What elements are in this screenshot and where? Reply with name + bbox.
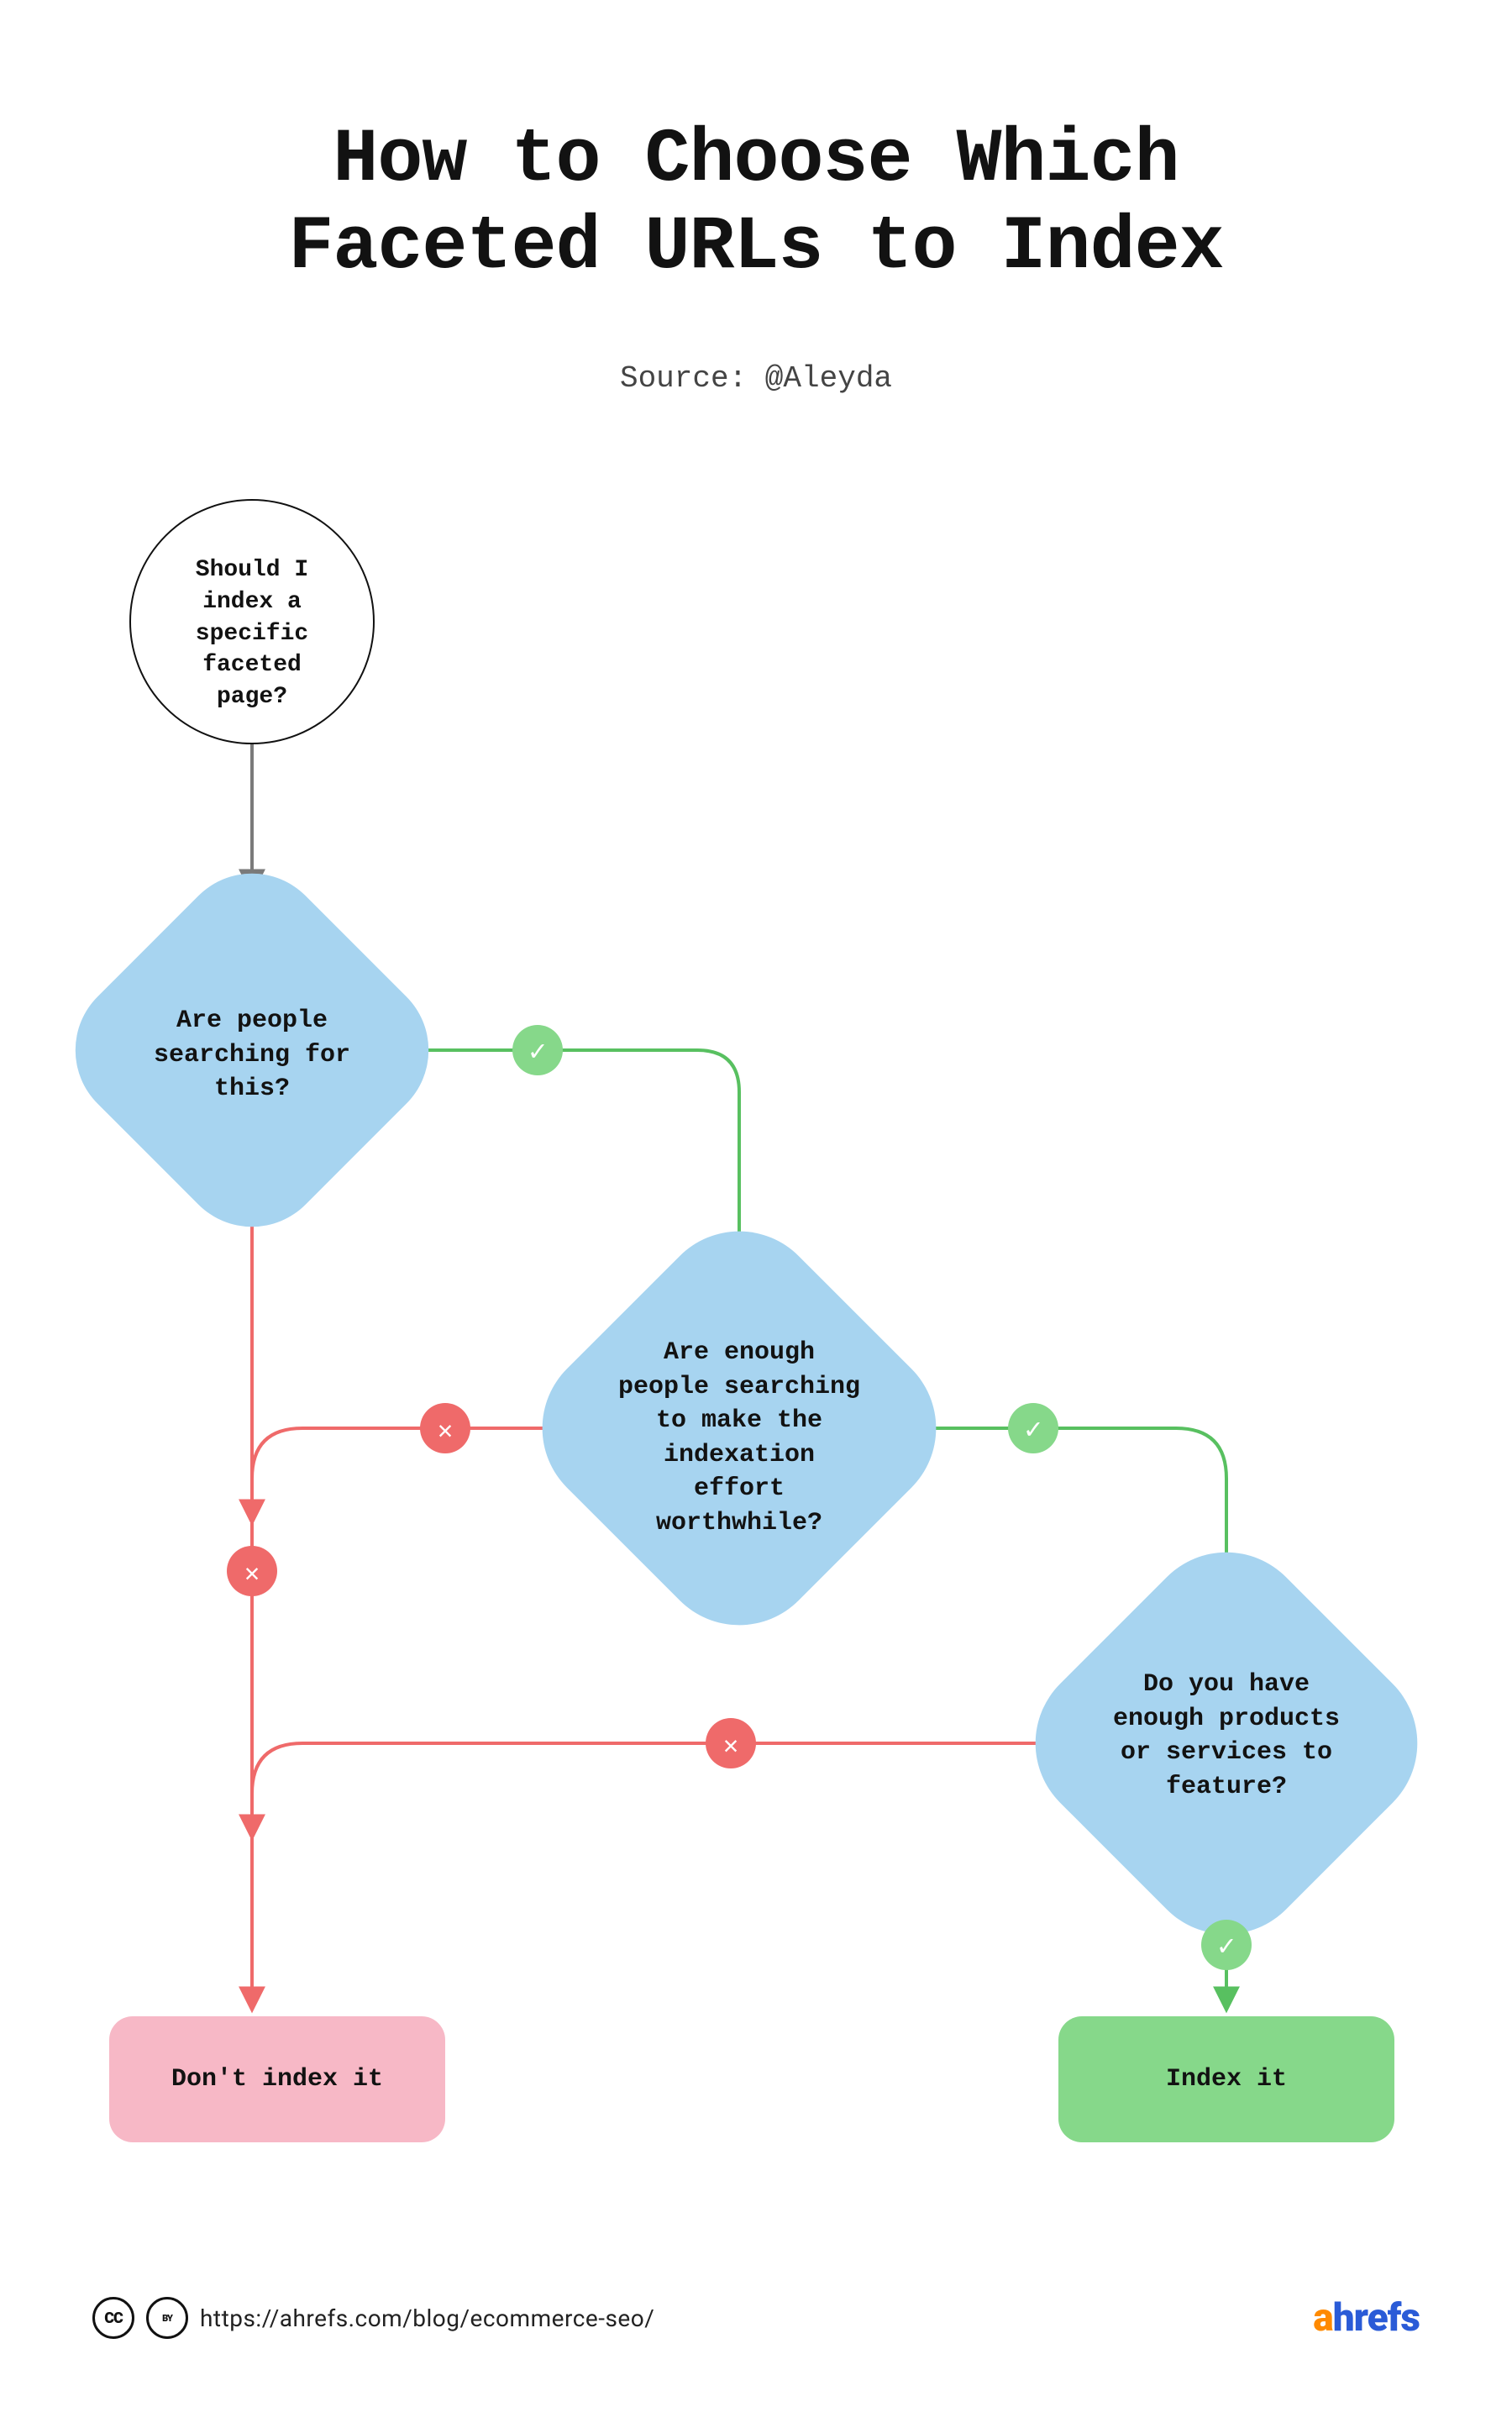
brand-rest: hrefs [1333,2295,1420,2341]
label-index: Index it [1058,2063,1394,2097]
cc-icon: CC [92,2297,134,2339]
cross-icon: ✕ [723,1733,738,1762]
edge-q1-yes [403,1050,739,1260]
by-icon: BY [146,2297,188,2339]
label-q2: Are enough people searching to make the … [613,1336,865,1540]
edge-q2-no [252,1428,575,1521]
check-icon: ✓ [1218,1932,1235,1964]
check-icon: ✓ [1025,1416,1042,1448]
footer-left: CC BY https://ahrefs.com/blog/ecommerce-… [92,2297,654,2339]
footer: CC BY https://ahrefs.com/blog/ecommerce-… [92,2295,1420,2341]
footer-url: https://ahrefs.com/blog/ecommerce-seo/ [200,2304,654,2332]
label-q1: Are people searching for this? [151,1004,353,1106]
edge-q3-no [252,1743,1063,1836]
diagram-canvas: How to Choose Which Faceted URLs to Inde… [0,0,1512,2433]
label-start: Should I index a specific faceted page? [168,554,336,713]
cross-icon: ✕ [438,1418,453,1447]
label-q3: Do you have enough products or services … [1100,1668,1352,1804]
brand-logo: ahrefs [1313,2295,1420,2341]
edge-q2-yes [903,1428,1226,1579]
label-dont-index: Don't index it [109,2063,445,2097]
check-icon: ✓ [529,1038,546,1069]
brand-a: a [1313,2295,1332,2341]
cross-icon: ✕ [244,1561,260,1590]
